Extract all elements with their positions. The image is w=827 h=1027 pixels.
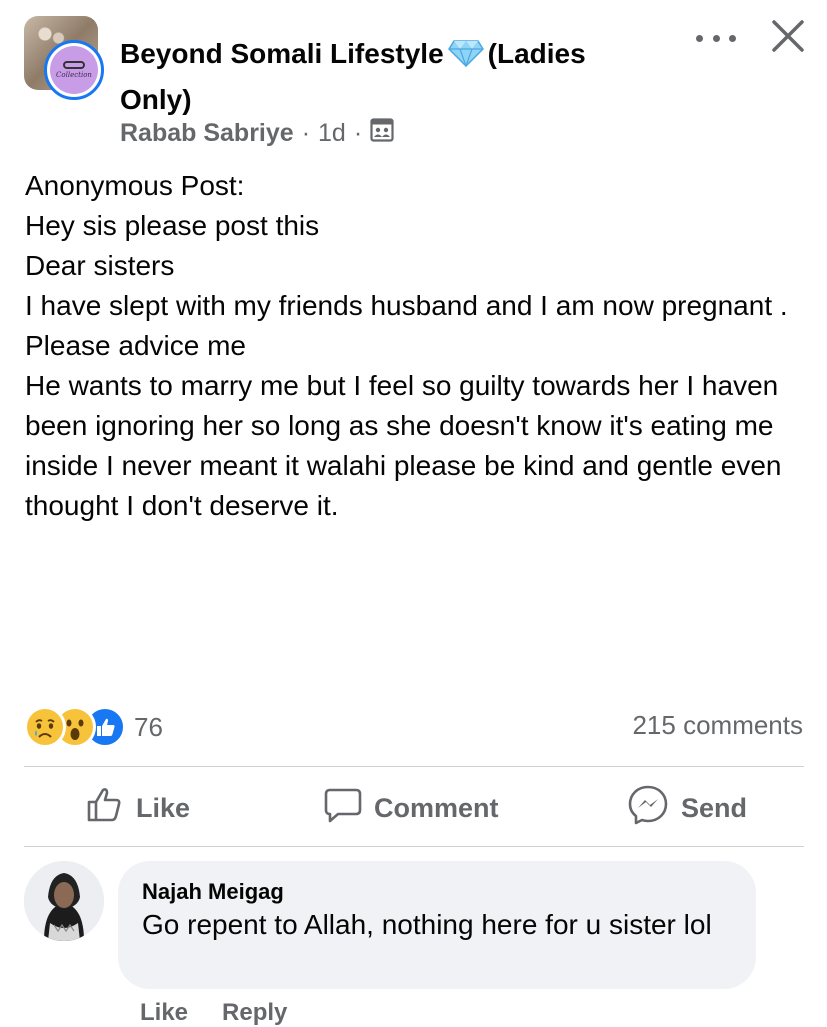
group-name-link[interactable]: Beyond Somali Lifestyle (Ladies Only): [120, 33, 660, 121]
post-meta: Rabab Sabriye · 1d ·: [120, 118, 394, 149]
glasses-icon: [63, 61, 85, 69]
post-paragraph: Hey sis please post this: [25, 210, 320, 241]
commenter-avatar[interactable]: [24, 861, 104, 941]
avatar-logo-text: Collection: [56, 71, 92, 79]
poster-avatar[interactable]: Collection: [44, 40, 104, 100]
divider: [24, 766, 804, 767]
post-time[interactable]: 1d: [318, 119, 346, 148]
post-paragraph: He wants to marry me but I feel so guilt…: [25, 370, 790, 521]
group-audience-icon: [370, 118, 394, 149]
post-body: Anonymous Post: Hey sis please post this…: [25, 166, 815, 526]
post-paragraph: I have slept with my friends husband and…: [25, 290, 796, 361]
post-paragraph: Anonymous Post:: [25, 170, 245, 201]
close-icon[interactable]: [768, 16, 808, 56]
like-button[interactable]: Like: [86, 784, 190, 832]
author-name[interactable]: Rabab Sabriye: [120, 119, 294, 148]
like-label: Like: [136, 792, 191, 823]
like-icon: [86, 786, 136, 831]
comment-button[interactable]: Comment: [324, 784, 499, 832]
comment-bubble[interactable]: Najah Meigag Go repent to Allah, nothing…: [118, 861, 756, 989]
separator-dot: ·: [301, 119, 311, 147]
separator-dot: ·: [353, 119, 363, 147]
post-paragraph: Dear sisters: [25, 250, 175, 281]
comment-text: Go repent to Allah, nothing here for u s…: [142, 909, 712, 940]
comment-like-button[interactable]: Like: [140, 999, 188, 1027]
diamond-icon: [447, 37, 484, 79]
messenger-icon: [627, 784, 681, 833]
reactions-summary[interactable]: 76: [24, 706, 163, 748]
divider: [24, 846, 804, 847]
send-label: Send: [681, 792, 748, 823]
comments-count[interactable]: 215 comments: [632, 710, 803, 741]
reaction-count: 76: [134, 711, 163, 742]
comment-icon: [324, 786, 374, 831]
send-button[interactable]: Send: [627, 784, 747, 832]
more-options-icon[interactable]: [696, 26, 736, 50]
poster-avatar-image: Collection: [50, 46, 98, 94]
comment-author[interactable]: Najah Meigag: [142, 879, 732, 905]
sad-reaction-icon: [24, 706, 66, 748]
group-name: Beyond Somali Lifestyle: [120, 38, 444, 69]
comment-reply-button[interactable]: Reply: [222, 999, 287, 1027]
comment-label: Comment: [374, 792, 499, 823]
comment-actions: Like Reply: [140, 999, 287, 1027]
